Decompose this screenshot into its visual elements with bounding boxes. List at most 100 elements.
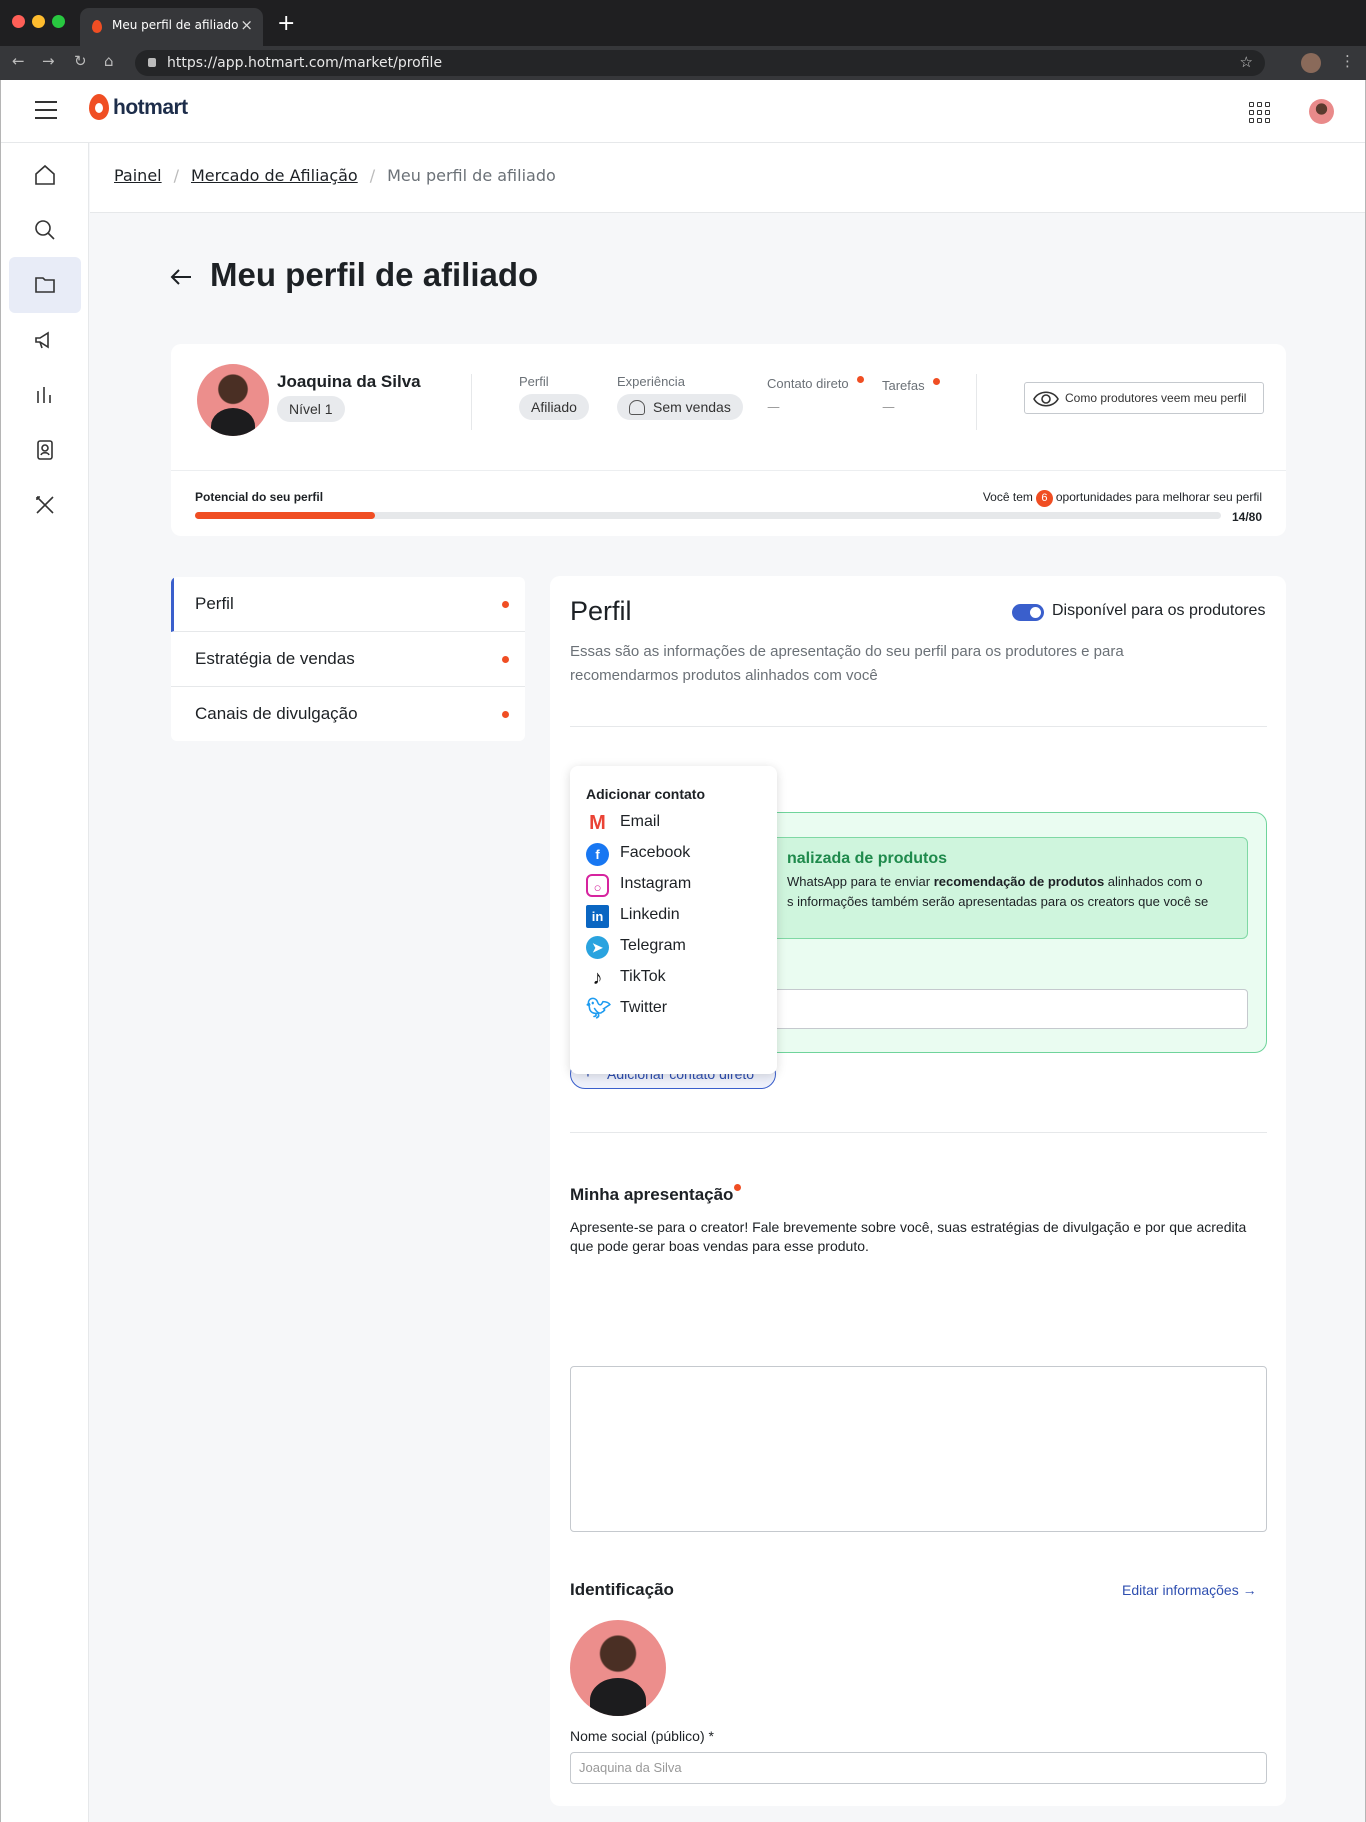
menu-item-label: Email bbox=[620, 813, 661, 830]
breadcrumb-current: Meu perfil de afiliado bbox=[387, 166, 556, 185]
contato-label-text: Contato direto bbox=[767, 376, 849, 391]
back-nav-icon[interactable]: ← bbox=[12, 52, 25, 70]
presentation-title-text: Minha apresentação bbox=[570, 1185, 734, 1204]
breadcrumb-painel[interactable]: Painel bbox=[114, 166, 162, 185]
tarefas-label: Tarefas bbox=[882, 378, 940, 393]
user-avatar[interactable] bbox=[1309, 99, 1334, 124]
eye-icon bbox=[1033, 391, 1059, 407]
sidebar-item-tools[interactable] bbox=[9, 477, 81, 533]
presentation-textarea[interactable] bbox=[570, 1366, 1267, 1532]
profile-progress-bar bbox=[195, 512, 1221, 519]
close-window-button[interactable] bbox=[12, 15, 25, 28]
required-dot bbox=[734, 1184, 742, 1191]
sidebar-item-analytics[interactable] bbox=[9, 367, 81, 423]
view-as-producer-button[interactable]: Como produtores veem meu perfil bbox=[1024, 382, 1264, 414]
notice-title: nalizada de produtos bbox=[787, 850, 948, 867]
bar-chart-icon bbox=[37, 387, 51, 403]
search-icon bbox=[35, 220, 55, 240]
add-contact-menu: Adicionar contato M Email f Facebook ○ Inst… bbox=[570, 766, 777, 1074]
nav-item-canais[interactable]: Canais de divulgação bbox=[171, 687, 525, 741]
forward-nav-icon[interactable]: → bbox=[42, 52, 55, 70]
opportunities-count-badge: 6 bbox=[1035, 490, 1053, 507]
menu-item-label: Instagram bbox=[620, 875, 692, 892]
minimize-window-button[interactable] bbox=[32, 15, 45, 28]
lock-icon bbox=[148, 58, 156, 67]
sidebar-item-home[interactable] bbox=[9, 147, 81, 203]
hotmart-logo[interactable]: hotmart bbox=[89, 94, 188, 120]
menu-hamburger-icon[interactable] bbox=[35, 101, 57, 119]
perfil-badge: Afiliado bbox=[519, 394, 589, 420]
browser-tab[interactable]: Meu perfil de afiliado × bbox=[80, 8, 263, 46]
opportunities-text: Você tem 6 oportunidades para melhorar seu… bbox=[983, 490, 1262, 507]
profile-avatar-icon[interactable] bbox=[1301, 53, 1321, 73]
experiencia-value: Sem vendas bbox=[653, 399, 731, 415]
divider bbox=[976, 374, 977, 430]
section-description: Essas são as informações de apresentação… bbox=[570, 643, 1124, 684]
progress-fill bbox=[195, 512, 375, 519]
identification-title: Identificação bbox=[570, 1580, 674, 1599]
sidebar-item-marketing[interactable] bbox=[9, 312, 81, 368]
menu-item-instagram[interactable]: ○ Instagram bbox=[586, 872, 766, 898]
tab-title: Meu perfil de afiliado bbox=[112, 18, 239, 32]
bookmark-star-icon[interactable]: ☆ bbox=[1240, 53, 1253, 71]
divider bbox=[471, 374, 472, 430]
apps-grid-icon[interactable] bbox=[1249, 102, 1270, 123]
sidebar bbox=[1, 143, 89, 1822]
potential-label: Potencial do seu perfil bbox=[195, 490, 324, 504]
url-input[interactable]: https://app.hotmart.com/market/profile ☆ bbox=[135, 50, 1265, 76]
divider bbox=[171, 470, 1286, 471]
notice-text-part: WhatsApp para te enviar bbox=[787, 874, 934, 889]
tools-icon bbox=[36, 496, 54, 514]
browser-tab-bar: Meu perfil de afiliado × + bbox=[0, 0, 1366, 46]
social-name-input[interactable]: Joaquina da Silva bbox=[570, 1752, 1267, 1784]
alert-dot bbox=[932, 378, 940, 385]
breadcrumb: Painel / Mercado de Afiliação / Meu perfil d… bbox=[90, 143, 1365, 213]
sidebar-item-contacts[interactable] bbox=[9, 422, 81, 478]
logo-text: hotmart bbox=[113, 96, 188, 119]
menu-item-facebook[interactable]: f Facebook bbox=[586, 841, 766, 867]
menu-item-tiktok[interactable]: ♪ TikTok bbox=[586, 965, 766, 991]
folder-icon bbox=[35, 277, 55, 293]
breadcrumb-mercado[interactable]: Mercado de Afiliação bbox=[191, 166, 358, 185]
nav-item-estrategia[interactable]: Estratégia de vendas bbox=[171, 632, 525, 687]
user-clock-icon bbox=[629, 400, 645, 415]
perfil-label: Perfil bbox=[519, 374, 549, 389]
divider bbox=[570, 1132, 1267, 1133]
close-tab-icon[interactable]: × bbox=[240, 16, 253, 34]
menu-item-label: TikTok bbox=[620, 968, 666, 985]
divider bbox=[570, 726, 1267, 727]
profile-summary-card: Joaquina da Silva Nível 1 Perfil Afiliad… bbox=[171, 344, 1286, 536]
alert-dot bbox=[502, 601, 509, 608]
profile-sections-nav: Perfil Estratégia de vendas Canais de di… bbox=[171, 577, 525, 741]
breadcrumb-separator: / bbox=[369, 166, 376, 185]
sidebar-item-products[interactable] bbox=[9, 257, 81, 313]
identification-avatar bbox=[570, 1620, 666, 1716]
profile-name: Joaquina da Silva bbox=[277, 372, 421, 391]
profile-form-panel: Perfil Disponível para os produtores Ess… bbox=[550, 576, 1286, 1806]
menu-item-telegram[interactable]: ➤ Telegram bbox=[586, 934, 766, 960]
back-arrow-icon[interactable] bbox=[169, 267, 193, 287]
tarefas-label-text: Tarefas bbox=[882, 378, 925, 393]
address-bar-row: ← → ↻ ⌂ https://app.hotmart.com/market/p… bbox=[0, 46, 1366, 80]
contact-card-icon bbox=[37, 440, 53, 460]
menu-item-email[interactable]: M Email bbox=[586, 810, 766, 836]
nav-item-perfil[interactable]: Perfil bbox=[171, 577, 525, 632]
menu-header: Adicionar contato bbox=[586, 786, 706, 802]
menu-item-linkedin[interactable]: in Linkedin bbox=[586, 903, 766, 929]
reload-icon[interactable]: ↻ bbox=[74, 52, 87, 70]
social-name-label: Nome social (público) * bbox=[570, 1728, 714, 1744]
availability-label: Disponível para os produtores bbox=[1052, 602, 1266, 619]
sidebar-item-search[interactable] bbox=[9, 202, 81, 258]
new-tab-button[interactable]: + bbox=[277, 10, 295, 38]
edit-info-link[interactable]: Editar informações → bbox=[1122, 1582, 1257, 1598]
menu-item-label: Telegram bbox=[620, 937, 686, 954]
alert-dot bbox=[502, 656, 509, 663]
view-as-producer-label: Como produtores veem meu perfil bbox=[1065, 391, 1247, 405]
menu-item-label: Twitter bbox=[620, 999, 668, 1016]
home-icon[interactable]: ⌂ bbox=[104, 52, 114, 70]
maximize-window-button[interactable] bbox=[52, 15, 65, 28]
avatar bbox=[197, 364, 269, 436]
browser-menu-icon[interactable]: ⋮ bbox=[1340, 52, 1355, 70]
availability-toggle[interactable] bbox=[1012, 604, 1044, 621]
menu-item-twitter[interactable]: 🐦︎ Twitter bbox=[586, 996, 766, 1022]
